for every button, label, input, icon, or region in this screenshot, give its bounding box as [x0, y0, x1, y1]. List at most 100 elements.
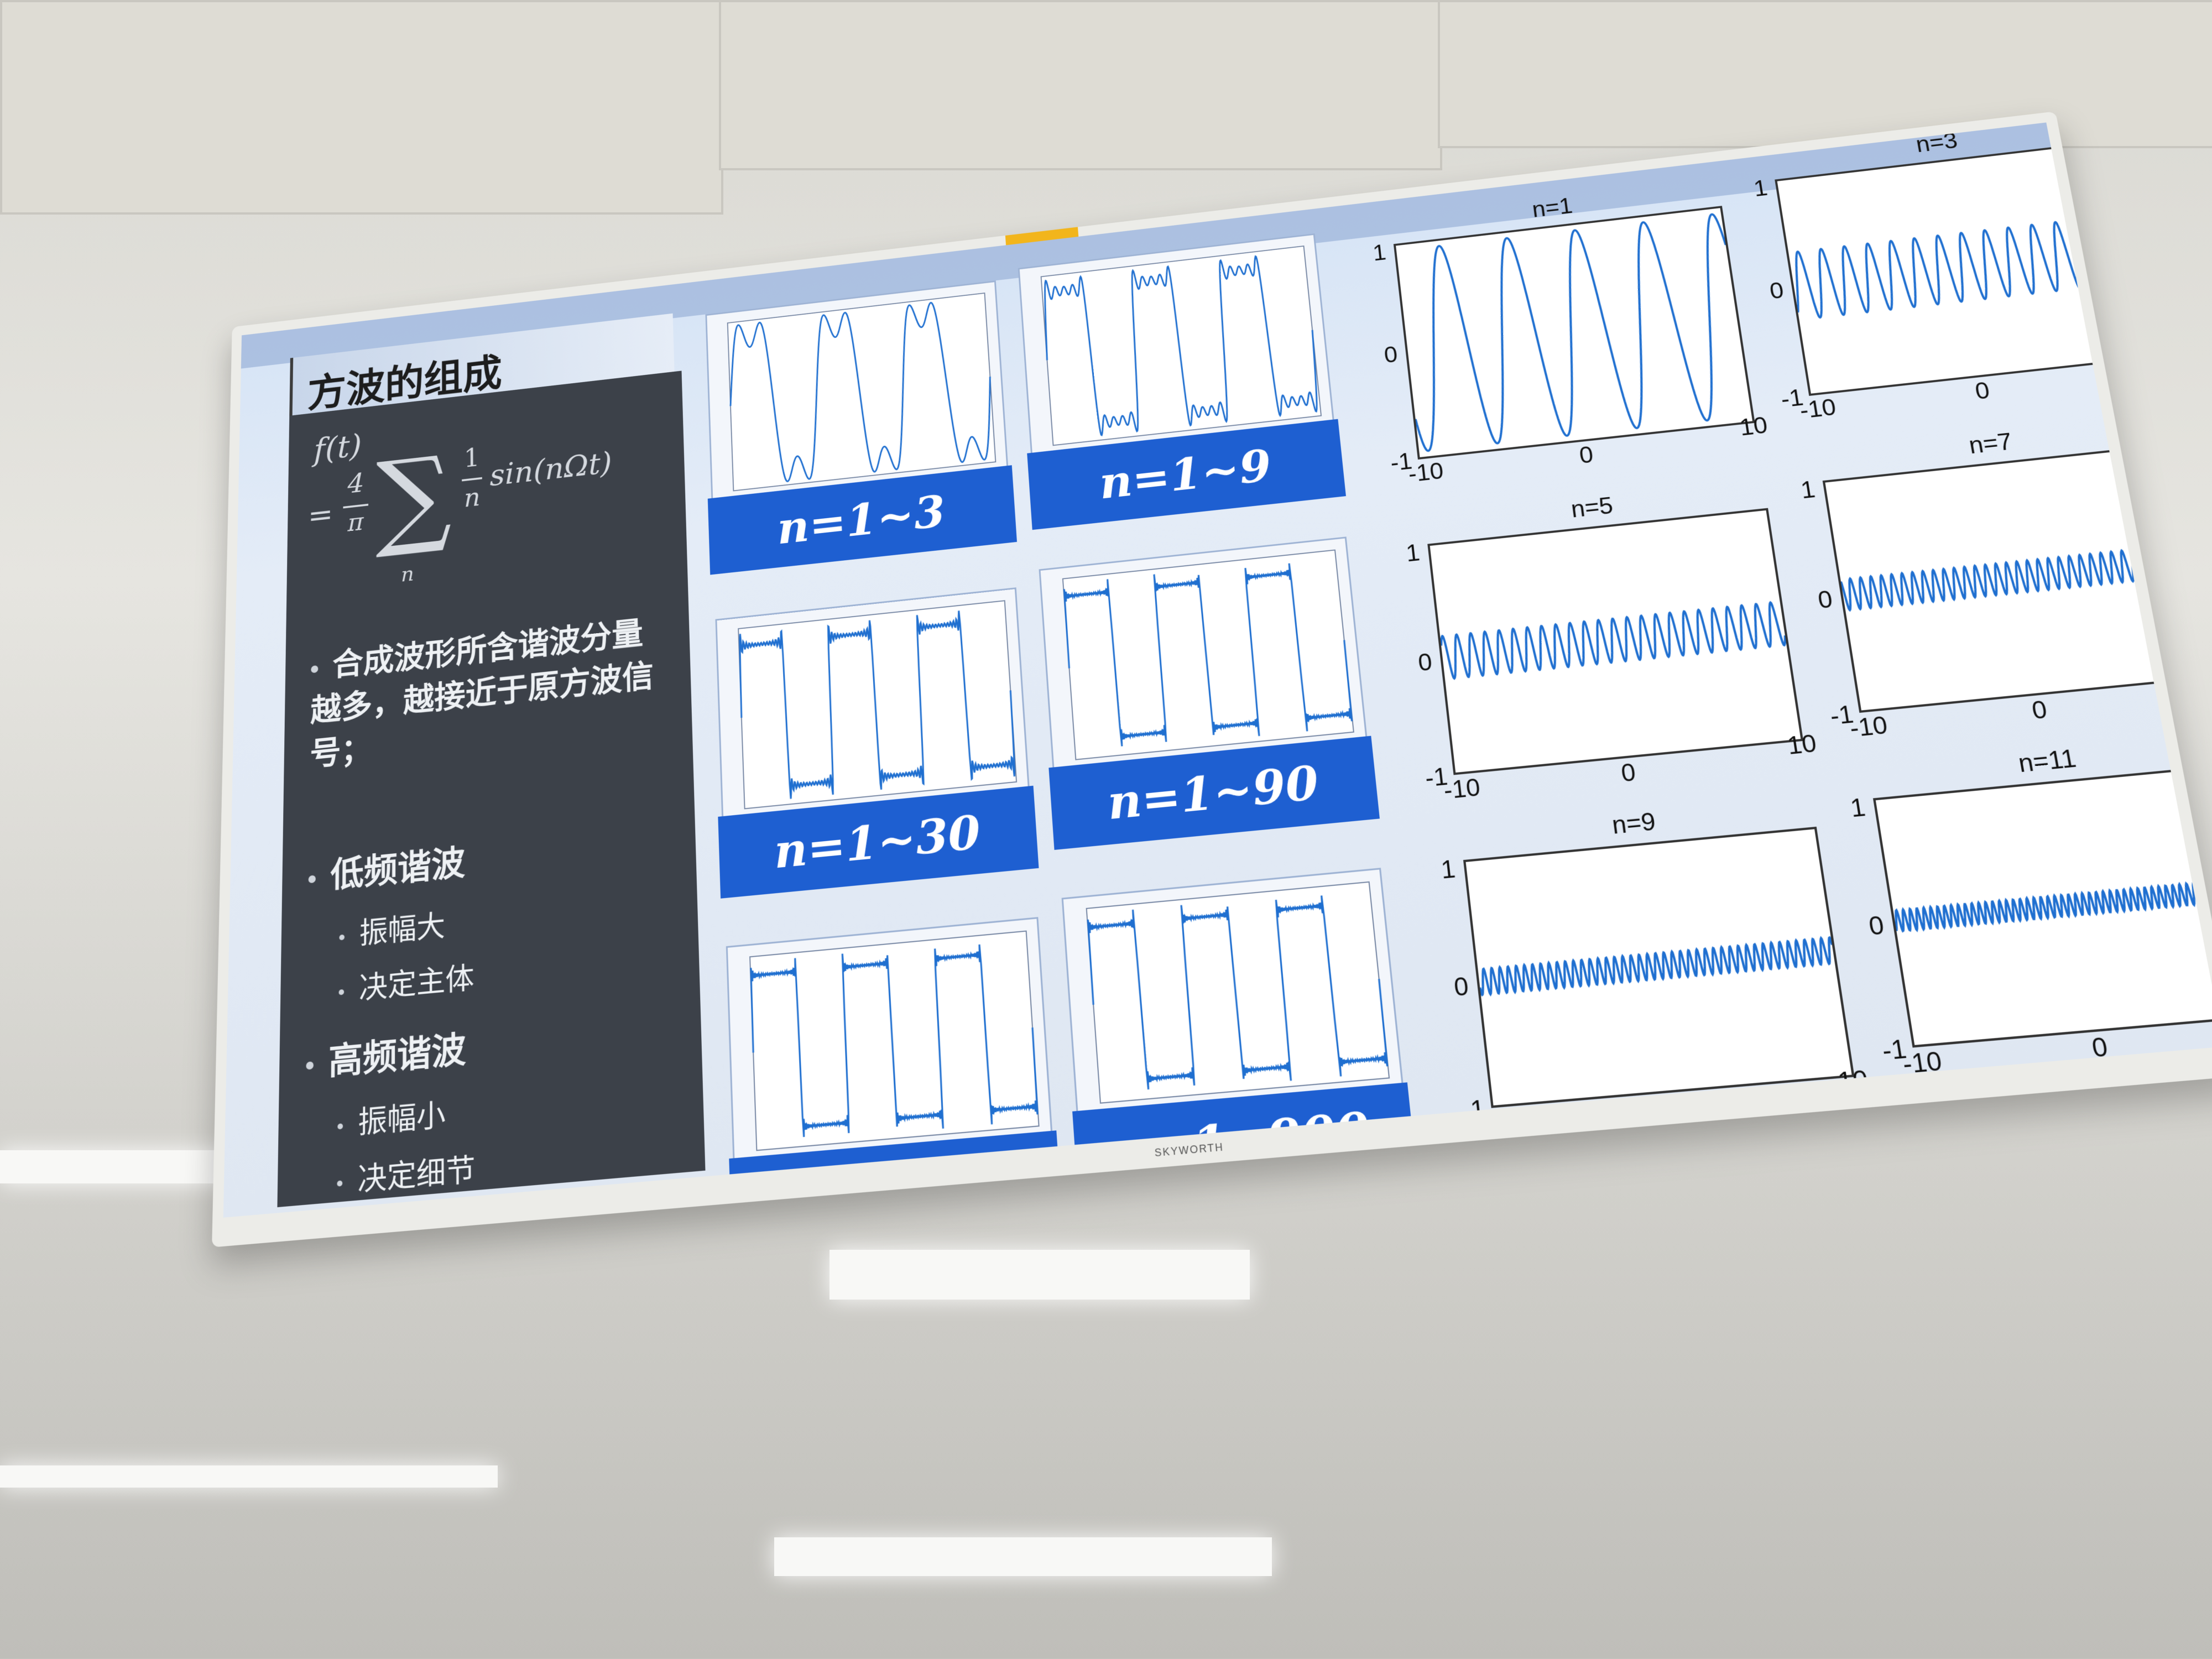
composite-wave-plot: [717, 589, 1027, 816]
bullet-dot-icon: [339, 935, 345, 941]
x-tick-label: 0: [1973, 378, 1992, 405]
harmonic-wave-svg: [1430, 510, 1801, 773]
harmonic-plot: n=3 1 0 -1 -10 0 10: [1738, 122, 2193, 437]
plot-frame: [1041, 246, 1321, 445]
bullet-text: 高频谐波: [328, 1029, 466, 1083]
harmonic-wave-svg: [1777, 142, 2152, 393]
composite-wave-card: n=1~3: [705, 280, 1013, 566]
x-tick-label: 10: [2137, 347, 2170, 377]
formula-fraction-bar: [462, 477, 482, 482]
harmonic-wave-line: [1893, 878, 2212, 932]
y-tick-label: 0: [1453, 972, 1470, 1003]
x-tick-label: -10: [1901, 1047, 1944, 1080]
harmonic-plot: n=5 1 0 -1 -10 0 10: [1391, 473, 1840, 818]
bullet-low-freq: 低频谐波: [308, 834, 465, 899]
harmonic-plot-axes: [1775, 140, 2154, 396]
x-tick-label: -10: [1798, 394, 1838, 424]
composite-wave-card: n=1~90: [1039, 536, 1375, 840]
plot-frame: [728, 293, 996, 491]
x-tick-label: 0: [2090, 1032, 2110, 1064]
composite-wave-plot: [728, 919, 1051, 1159]
harmonic-plot: n=7 1 0 -1 -10 0 10: [1783, 409, 2212, 757]
formula-sine-term: sin(nΩt): [489, 445, 612, 493]
bullet-text: 低频谐波: [330, 843, 465, 896]
composite-wave-plot: [1041, 539, 1366, 768]
formula-equals: =: [307, 496, 333, 534]
tv-screen: 方波的组成 f(t) = 4 π ∑ n 1 n sin(nΩt) 合成波形所含…: [223, 122, 2212, 1217]
y-tick-label: 0: [1768, 278, 1786, 304]
harmonic-plot-axes: [1873, 764, 2212, 1047]
plot-frame: [1063, 550, 1354, 760]
harmonic-plot: n=1 1 0 -1 -10 0 10: [1358, 173, 1790, 500]
formula-lhs: f(t): [314, 427, 362, 468]
x-tick-label: -10: [1442, 774, 1481, 805]
bullet-high-freq-amplitude: 振幅小: [337, 1090, 446, 1144]
x-tick-label: -10: [1407, 458, 1444, 488]
bullet-dot-icon: [306, 1062, 314, 1070]
harmonic-wave-svg: [1396, 208, 1752, 457]
composite-wave-card: n=1~30: [715, 587, 1034, 889]
bullet-dot-icon: [309, 875, 316, 884]
y-tick-label: 1: [1439, 855, 1457, 884]
harmonic-wave-svg: [1825, 446, 2212, 710]
harmonic-wave-line: [1788, 214, 2137, 320]
x-tick-label: 0: [2030, 696, 2049, 725]
composite-wave-plot: [707, 282, 1006, 498]
y-tick-label: 0: [1417, 649, 1433, 677]
explanation-panel: f(t) = 4 π ∑ n 1 n sin(nΩt) 合成波形所含谐波分量越多…: [277, 371, 705, 1207]
formula-sum-index: n: [401, 562, 414, 587]
bullet-text: 决定细节: [357, 1152, 475, 1198]
formula-term-denominator: n: [462, 482, 482, 513]
bullet-dot-icon: [339, 989, 345, 995]
harmonic-wave-line: [1478, 937, 1835, 995]
harmonic-plot-axes: [1427, 508, 1803, 775]
bullet-dot-icon: [337, 1181, 342, 1187]
y-tick-label: 0: [1816, 586, 1834, 614]
x-tick-label: 0: [1578, 442, 1595, 469]
harmonic-wave-line: [1440, 602, 1786, 680]
bullet-text: 决定主体: [359, 961, 474, 1006]
x-tick-label: 10: [1786, 730, 1818, 761]
bullet-high-freq: 高频谐波: [306, 1021, 466, 1087]
bullet-text: 振幅小: [358, 1097, 446, 1141]
formula-sum-symbol: ∑: [375, 441, 452, 554]
harmonic-wave-line: [1396, 213, 1751, 452]
x-tick-label: -10: [1848, 712, 1890, 743]
fourier-formula: f(t) = 4 π ∑ n 1 n sin(nΩt): [307, 393, 666, 601]
bullet-text: 合成波形所含谐波分量越多，越接近于原方波信号；: [310, 615, 654, 773]
harmonic-plot-axes: [1463, 827, 1855, 1108]
bullet-high-freq-role: 决定细节: [337, 1144, 475, 1202]
y-tick-label: 1: [1371, 240, 1387, 266]
bullet-text: 振幅大: [359, 909, 446, 951]
harmonic-plot-axes: [1823, 444, 2212, 713]
formula-coef-numerator: 4: [343, 468, 369, 500]
bullet-low-freq-amplitude: 振幅大: [339, 901, 445, 954]
plot-frame: [750, 931, 1039, 1151]
harmonic-plot-axes: [1394, 206, 1755, 460]
y-tick-label: 0: [1383, 342, 1399, 368]
bullet-synthesis: 合成波形所含谐波分量越多，越接近于原方波信号；: [310, 611, 655, 777]
harmonic-wave-svg: [1466, 829, 1852, 1105]
y-tick-label: 1: [1849, 794, 1867, 823]
bullet-low-freq-role: 决定主体: [338, 953, 474, 1010]
y-tick-label: 1: [1752, 176, 1769, 202]
x-tick-label: 10: [1738, 413, 1770, 441]
formula-coef-denominator: π: [343, 507, 368, 538]
x-tick-label: 10: [2200, 666, 2212, 697]
bullet-dot-icon: [337, 1124, 343, 1130]
harmonic-plot: n=1110-1-10010: [1833, 727, 2212, 1094]
plot-frame: [1087, 882, 1389, 1103]
tv-monitor: 方波的组成 f(t) = 4 π ∑ n 1 n sin(nΩt) 合成波形所含…: [212, 111, 2212, 1247]
y-tick-label: 1: [1405, 540, 1421, 567]
composite-wave-plot: [1020, 235, 1333, 453]
composite-wave-card: n=1~9: [1018, 233, 1342, 521]
harmonic-wave-line: [1840, 544, 2195, 611]
formula-term-numerator: 1: [462, 442, 482, 473]
y-tick-label: 0: [1867, 911, 1886, 941]
composite-wave-plot: [1063, 870, 1401, 1111]
y-tick-label: 1: [1799, 476, 1817, 504]
bullet-dot-icon: [311, 665, 318, 673]
harmonic-wave-svg: [1876, 766, 2212, 1045]
x-tick-label: 0: [1620, 759, 1637, 788]
plot-frame: [738, 601, 1016, 808]
